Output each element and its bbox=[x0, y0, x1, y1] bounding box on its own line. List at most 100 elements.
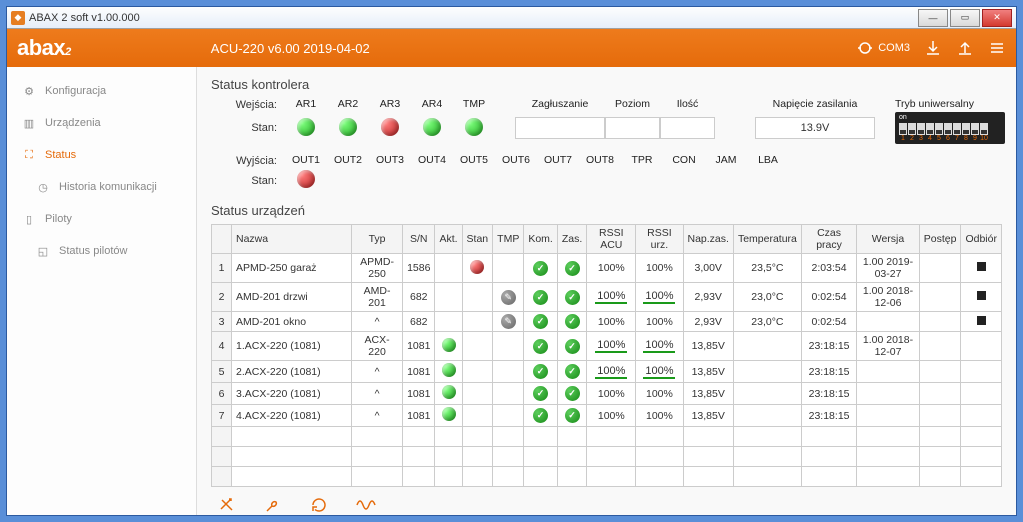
table-cell[interactable] bbox=[462, 361, 493, 383]
table-cell[interactable]: ✓ bbox=[524, 312, 558, 332]
table-cell[interactable] bbox=[919, 254, 961, 283]
table-cell[interactable]: 1081 bbox=[403, 361, 435, 383]
table-cell[interactable]: ^ bbox=[352, 361, 403, 383]
table-cell[interactable]: 2.ACX-220 (1081) bbox=[232, 361, 352, 383]
table-cell[interactable]: 1.00 2018-12-06 bbox=[857, 283, 919, 312]
table-cell[interactable] bbox=[961, 332, 1002, 361]
table-cell[interactable]: 23:18:15 bbox=[801, 383, 856, 405]
table-cell[interactable]: 100% bbox=[587, 383, 636, 405]
table-cell[interactable]: 23:18:15 bbox=[801, 361, 856, 383]
table-cell[interactable] bbox=[493, 361, 524, 383]
col-header[interactable]: Postęp bbox=[919, 225, 961, 254]
table-cell[interactable] bbox=[435, 383, 462, 405]
table-cell[interactable]: ✓ bbox=[557, 383, 586, 405]
table-cell[interactable] bbox=[493, 332, 524, 361]
connection-button[interactable]: COM3 bbox=[856, 39, 910, 57]
table-cell[interactable]: 100% bbox=[636, 361, 683, 383]
table-cell[interactable] bbox=[961, 254, 1002, 283]
table-cell[interactable]: 13,85V bbox=[683, 383, 733, 405]
minimize-button[interactable]: — bbox=[918, 9, 948, 27]
table-cell[interactable]: 100% bbox=[636, 254, 683, 283]
table-cell[interactable]: ✓ bbox=[524, 383, 558, 405]
download-button[interactable] bbox=[924, 39, 942, 57]
upload-button[interactable] bbox=[956, 39, 974, 57]
col-header[interactable]: Zas. bbox=[557, 225, 586, 254]
col-header[interactable]: Czas pracy bbox=[801, 225, 856, 254]
table-cell[interactable]: ✓ bbox=[557, 312, 586, 332]
table-cell[interactable]: 23:18:15 bbox=[801, 332, 856, 361]
table-cell[interactable] bbox=[493, 383, 524, 405]
table-cell[interactable] bbox=[462, 332, 493, 361]
col-header[interactable]: Stan bbox=[462, 225, 493, 254]
table-cell[interactable]: 13,85V bbox=[683, 361, 733, 383]
table-cell[interactable]: AMD-201 drzwi bbox=[232, 283, 352, 312]
table-cell[interactable] bbox=[919, 405, 961, 427]
table-cell[interactable] bbox=[919, 283, 961, 312]
devices-table[interactable]: NazwaTypS/NAkt.StanTMPKom.Zas.RSSI ACURS… bbox=[211, 224, 1002, 487]
table-cell[interactable] bbox=[462, 405, 493, 427]
table-cell[interactable]: 100% bbox=[636, 312, 683, 332]
table-cell[interactable] bbox=[493, 254, 524, 283]
table-cell[interactable]: 1.00 2019-03-27 bbox=[857, 254, 919, 283]
table-cell[interactable]: 7 bbox=[212, 405, 232, 427]
maximize-button[interactable]: ▭ bbox=[950, 9, 980, 27]
col-header[interactable]: S/N bbox=[403, 225, 435, 254]
table-cell[interactable]: 2,93V bbox=[683, 283, 733, 312]
table-cell[interactable] bbox=[919, 383, 961, 405]
table-cell[interactable] bbox=[857, 383, 919, 405]
table-cell[interactable] bbox=[435, 361, 462, 383]
col-header[interactable]: Typ bbox=[352, 225, 403, 254]
table-cell[interactable]: 1 bbox=[212, 254, 232, 283]
table-cell[interactable]: 1.00 2018-12-07 bbox=[857, 332, 919, 361]
table-cell[interactable]: 2:03:54 bbox=[801, 254, 856, 283]
table-cell[interactable]: 23,5°C bbox=[733, 254, 801, 283]
table-cell[interactable]: 3.ACX-220 (1081) bbox=[232, 383, 352, 405]
table-cell[interactable] bbox=[435, 283, 462, 312]
table-cell[interactable] bbox=[857, 312, 919, 332]
table-cell[interactable]: 3 bbox=[212, 312, 232, 332]
table-cell[interactable] bbox=[857, 361, 919, 383]
sidebar-item-devices[interactable]: ▥Urządzenia bbox=[7, 107, 196, 139]
table-cell[interactable]: 3,00V bbox=[683, 254, 733, 283]
table-cell[interactable]: 1586 bbox=[403, 254, 435, 283]
sidebar-item-history[interactable]: ◷Historia komunikacji bbox=[7, 171, 196, 203]
table-cell[interactable] bbox=[857, 405, 919, 427]
table-cell[interactable]: 13,85V bbox=[683, 405, 733, 427]
table-cell[interactable] bbox=[919, 361, 961, 383]
table-cell[interactable] bbox=[733, 332, 801, 361]
table-cell[interactable]: ✓ bbox=[557, 254, 586, 283]
table-cell[interactable] bbox=[462, 383, 493, 405]
table-cell[interactable]: 1081 bbox=[403, 383, 435, 405]
table-cell[interactable] bbox=[961, 361, 1002, 383]
table-cell[interactable]: ^ bbox=[352, 383, 403, 405]
table-cell[interactable]: 6 bbox=[212, 383, 232, 405]
sidebar-item-remotes-status[interactable]: ◱Status pilotów bbox=[7, 235, 196, 267]
table-cell[interactable]: 23,0°C bbox=[733, 283, 801, 312]
table-cell[interactable]: AMD-201 bbox=[352, 283, 403, 312]
table-cell[interactable] bbox=[462, 283, 493, 312]
table-cell[interactable]: 13,85V bbox=[683, 332, 733, 361]
table-cell[interactable]: ACX-220 bbox=[352, 332, 403, 361]
table-cell[interactable] bbox=[919, 312, 961, 332]
table-cell[interactable] bbox=[493, 405, 524, 427]
table-cell[interactable]: 100% bbox=[587, 312, 636, 332]
table-cell[interactable] bbox=[919, 332, 961, 361]
col-header[interactable]: Akt. bbox=[435, 225, 462, 254]
table-row[interactable]: 52.ACX-220 (1081)^1081✓✓100%100%13,85V23… bbox=[212, 361, 1002, 383]
table-cell[interactable]: APMD-250 garaż bbox=[232, 254, 352, 283]
table-cell[interactable]: 2,93V bbox=[683, 312, 733, 332]
table-cell[interactable] bbox=[435, 254, 462, 283]
table-cell[interactable]: 2 bbox=[212, 283, 232, 312]
table-cell[interactable]: 100% bbox=[636, 405, 683, 427]
table-cell[interactable] bbox=[733, 361, 801, 383]
col-header[interactable]: Kom. bbox=[524, 225, 558, 254]
tool-clear-icon[interactable] bbox=[217, 495, 237, 515]
table-row[interactable]: 2AMD-201 drzwiAMD-201682✎✓✓100%100%2,93V… bbox=[212, 283, 1002, 312]
col-header[interactable]: TMP bbox=[493, 225, 524, 254]
table-cell[interactable] bbox=[961, 383, 1002, 405]
table-cell[interactable]: 100% bbox=[587, 254, 636, 283]
menu-button[interactable] bbox=[988, 39, 1006, 57]
table-cell[interactable]: 1081 bbox=[403, 405, 435, 427]
table-cell[interactable]: 23,0°C bbox=[733, 312, 801, 332]
table-cell[interactable]: APMD-250 bbox=[352, 254, 403, 283]
